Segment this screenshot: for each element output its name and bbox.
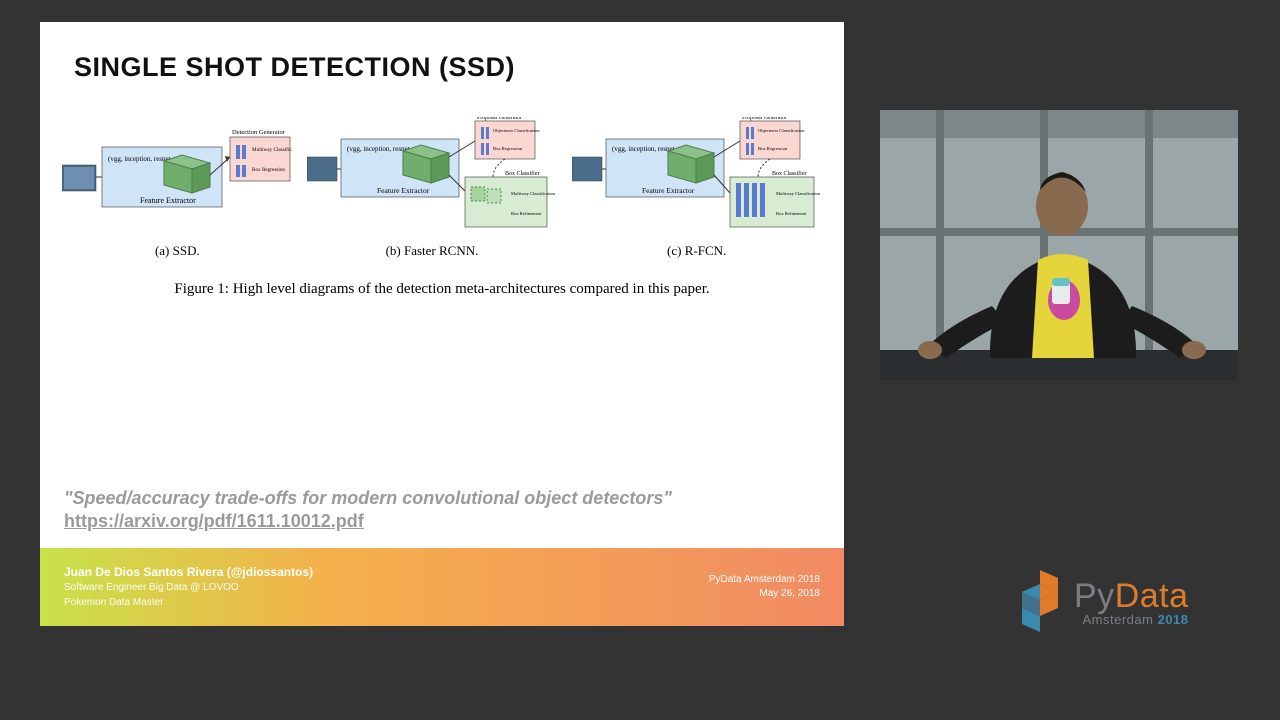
label-detgen: Detection Generator	[232, 129, 286, 136]
figure-diagrams: (vgg, inception, resnet, etc) Feature Ex…	[40, 93, 844, 267]
diagram-ssd-svg: (vgg, inception, resnet, etc) Feature Ex…	[62, 127, 292, 237]
diagram-frcnn-svg: (vgg, inception, resnet, etc) Feature Ex…	[307, 117, 557, 237]
label-boxreg: Box Regression	[758, 146, 788, 151]
label-feature-extractor: Feature Extractor	[140, 196, 196, 205]
label-propgen: Proposal Generator	[477, 117, 522, 121]
label-mclass: Multiway Classification	[776, 191, 821, 196]
speaker-illustration	[880, 110, 1238, 380]
label-mclass: Multiway Classification	[252, 146, 292, 153]
brand-city: Amsterdam	[1083, 612, 1158, 627]
diagram-rfcn-svg: (vgg, inception, resnet, etc) Feature Ex…	[572, 117, 822, 237]
caption-frcnn: (b) Faster RCNN.	[386, 243, 479, 259]
label-propgen: Proposal Generator	[742, 117, 787, 121]
label-boxref: Box Refinement	[511, 211, 542, 216]
label-feature-extractor: Feature Extractor	[642, 186, 695, 195]
label-boxref: Box Refinement	[776, 211, 807, 216]
paper-title: "Speed/accuracy trade-offs for modern co…	[64, 488, 820, 509]
slide-reference: "Speed/accuracy trade-offs for modern co…	[40, 488, 844, 540]
pydata-logo-text: PyData Amsterdam 2018	[1074, 577, 1189, 627]
diagram-rfcn: (vgg, inception, resnet, etc) Feature Ex…	[572, 117, 822, 259]
brand-data: Data	[1115, 577, 1189, 616]
footer-event-block: PyData Amsterdam 2018 May 26, 2018	[709, 573, 820, 602]
brand-year: 2018	[1158, 612, 1189, 627]
brand-py: Py	[1074, 577, 1115, 616]
slide-title: SINGLE SHOT DETECTION (SSD)	[40, 22, 844, 93]
footer-role1: Software Engineer Big Data @ LOVOO	[64, 581, 313, 596]
footer-role2: Pokemon Data Master	[64, 596, 313, 611]
presentation-slide: SINGLE SHOT DETECTION (SSD) (vgg, incept…	[40, 22, 844, 626]
footer-author-block: Juan De Dios Santos Rivera (@jdiossantos…	[64, 564, 313, 610]
label-boxcls: Box Classifier	[772, 170, 807, 177]
figure-caption: Figure 1: High level diagrams of the det…	[40, 281, 844, 298]
caption-ssd: (a) SSD.	[155, 243, 200, 259]
paper-link[interactable]: https://arxiv.org/pdf/1611.10012.pdf	[64, 511, 820, 532]
footer-event: PyData Amsterdam 2018	[709, 573, 820, 588]
label-feature-extractor: Feature Extractor	[377, 186, 430, 195]
caption-rfcn: (c) R-FCN.	[667, 243, 726, 259]
diagram-ssd: (vgg, inception, resnet, etc) Feature Ex…	[62, 127, 292, 259]
label-boxreg: Box Regression	[493, 146, 523, 151]
label-boxreg: Box Regression	[252, 167, 285, 173]
diagram-faster-rcnn: (vgg, inception, resnet, etc) Feature Ex…	[307, 117, 557, 259]
speaker-camera	[880, 110, 1238, 380]
label-objcls: Objectness Classification	[493, 128, 540, 133]
footer-author: Juan De Dios Santos Rivera (@jdiossantos…	[64, 564, 313, 581]
label-objcls: Objectness Classification	[758, 128, 805, 133]
label-boxcls: Box Classifier	[505, 170, 540, 177]
label-mclass: Multiway Classification	[511, 191, 556, 196]
footer-date: May 26, 2018	[709, 587, 820, 602]
pydata-logo: PyData Amsterdam 2018	[1014, 558, 1250, 646]
slide-footer: Juan De Dios Santos Rivera (@jdiossantos…	[40, 548, 844, 626]
pydata-logo-icon	[1014, 568, 1066, 636]
